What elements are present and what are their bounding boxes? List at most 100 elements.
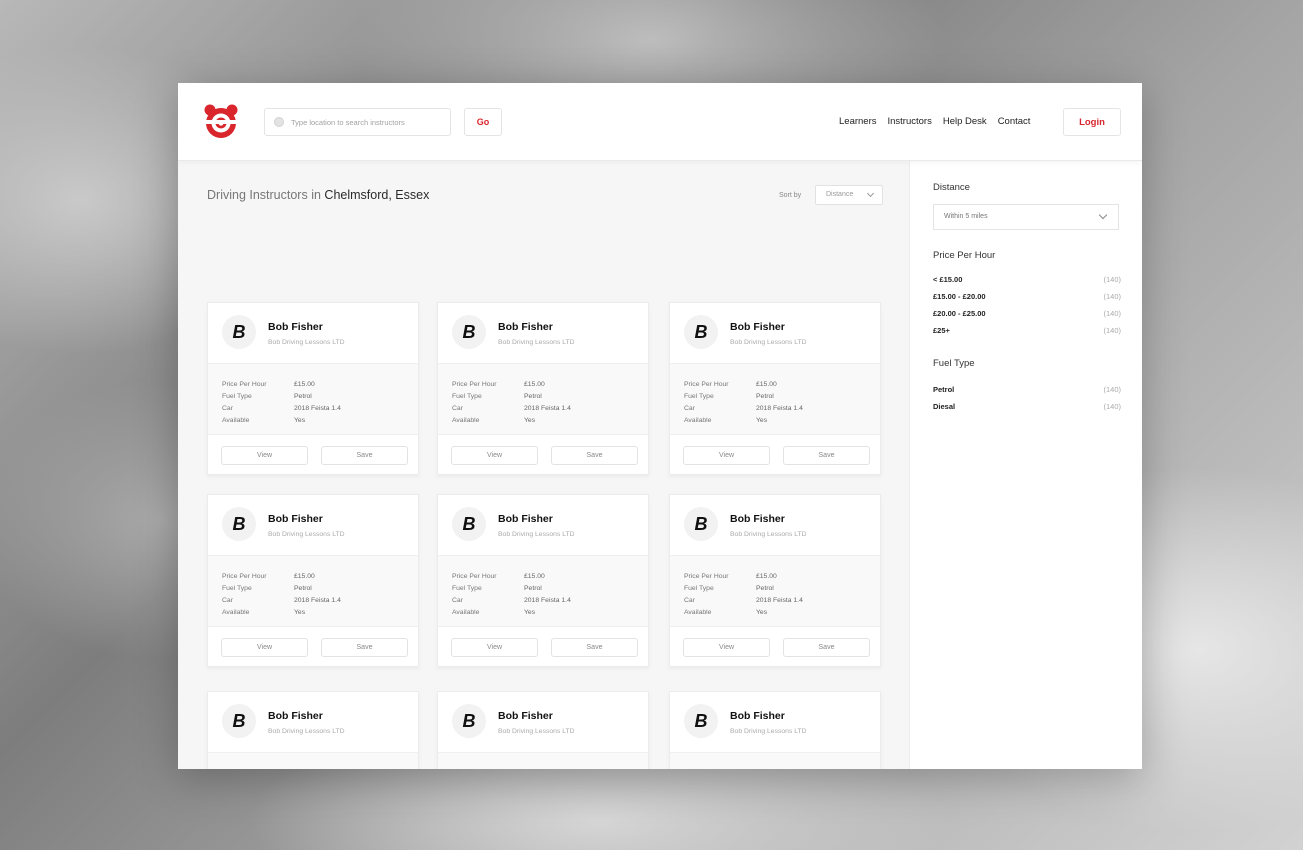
save-button[interactable]: Save [321,638,408,657]
detail-value: £15.00 [756,381,777,388]
brand-avatar-icon: B [222,704,256,738]
instructor-card[interactable]: B Bob Fisher Bob Driving Lessons LTD Price … [207,691,419,769]
view-button[interactable]: View [683,638,770,657]
card-header: B Bob Fisher Bob Driving Lessons LTD [670,495,880,555]
instructor-card[interactable]: B Bob Fisher Bob Driving Lessons LTD Price … [669,494,881,667]
card-details: Price Per Hour £15.00 Fuel Type Petrol Car 20… [670,363,880,435]
instructor-name: Bob Fisher [730,321,785,333]
distance-filter-title: Distance [933,182,970,193]
brand-avatar-icon: B [452,507,486,541]
detail-label: Fuel Type [684,585,714,592]
go-button[interactable]: Go [464,108,502,136]
price-option[interactable]: £20.00 - £25.00 (140) [933,309,1121,318]
price-option[interactable]: £15.00 - £20.00 (140) [933,292,1121,301]
avatar-letter: B [694,513,708,534]
view-button[interactable]: View [221,638,308,657]
save-button[interactable]: Save [551,638,638,657]
price-option-label: £20.00 - £25.00 [933,309,986,318]
detail-value: 2018 Feista 1.4 [524,405,571,412]
sort-label: Sort by [779,192,802,199]
brand-avatar-icon: B [452,704,486,738]
save-button[interactable]: Save [551,446,638,465]
brand-logo-icon[interactable] [202,103,240,141]
avatar-letter: B [462,513,476,534]
detail-label: Available [222,609,250,616]
instructor-name: Bob Fisher [498,513,553,525]
fuel-option-label: Diesal [933,402,956,411]
distance-dropdown-value: Within 5 miles [944,213,988,220]
instructor-company: Bob Driving Lessons LTD [730,531,807,538]
detail-label: Car [222,597,233,604]
search-input[interactable] [291,117,441,127]
nav-help-desk[interactable]: Help Desk [943,116,987,127]
instructor-card[interactable]: B Bob Fisher Bob Driving Lessons LTD Price … [669,302,881,475]
price-option-label: £25+ [933,326,950,335]
detail-value: Yes [756,609,768,616]
fuel-option[interactable]: Diesal (140) [933,402,1121,411]
detail-label: Price Per Hour [684,381,729,388]
detail-label: Available [452,609,480,616]
view-button[interactable]: View [451,446,538,465]
instructor-card[interactable]: B Bob Fisher Bob Driving Lessons LTD Price … [207,302,419,475]
avatar-letter: B [694,710,708,731]
instructor-card[interactable]: B Bob Fisher Bob Driving Lessons LTD Price … [437,302,649,475]
location-search-field[interactable] [264,108,451,136]
detail-value: £15.00 [524,573,545,580]
card-header: B Bob Fisher Bob Driving Lessons LTD [208,692,418,752]
detail-value: 2018 Feista 1.4 [756,405,803,412]
sort-dropdown-value: Distance [826,191,854,198]
detail-value: 2018 Feista 1.4 [294,597,341,604]
top-header: Go Learners Instructors Help Desk Contac… [178,83,1142,161]
instructor-name: Bob Fisher [498,710,553,722]
view-button[interactable]: View [221,446,308,465]
detail-value: Yes [294,417,306,424]
price-option[interactable]: < £15.00 (140) [933,275,1121,284]
save-button[interactable]: Save [783,446,870,465]
save-button[interactable]: Save [783,638,870,657]
detail-label: Car [222,405,233,412]
nav-contact[interactable]: Contact [998,116,1031,127]
price-option-label: < £15.00 [933,275,963,284]
fuel-option[interactable]: Petrol (140) [933,385,1121,394]
instructor-company: Bob Driving Lessons LTD [730,728,807,735]
brand-avatar-icon: B [684,704,718,738]
detail-label: Car [684,405,695,412]
nav-learners[interactable]: Learners [839,116,877,127]
detail-value: Petrol [294,585,312,592]
instructor-company: Bob Driving Lessons LTD [498,728,575,735]
filter-sidebar: Distance Within 5 miles Price Per Hour <… [911,161,1142,769]
card-header: B Bob Fisher Bob Driving Lessons LTD [438,692,648,752]
login-button[interactable]: Login [1063,108,1121,136]
price-option[interactable]: £25+ (140) [933,326,1121,335]
avatar-letter: B [232,710,246,731]
instructor-card[interactable]: B Bob Fisher Bob Driving Lessons LTD Price … [207,494,419,667]
price-option-count: (140) [1103,275,1121,284]
sort-dropdown[interactable]: Distance [815,185,883,205]
view-button[interactable]: View [683,446,770,465]
instructor-name: Bob Fisher [268,513,323,525]
distance-dropdown[interactable]: Within 5 miles [933,204,1119,230]
save-button[interactable]: Save [321,446,408,465]
instructor-company: Bob Driving Lessons LTD [498,339,575,346]
detail-value: £15.00 [294,381,315,388]
card-details: Price Per Hour £15.00 Fuel Type Petrol Car 20… [208,363,418,435]
card-header: B Bob Fisher Bob Driving Lessons LTD [208,495,418,555]
search-icon [274,117,284,127]
detail-value: 2018 Feista 1.4 [756,597,803,604]
card-header: B Bob Fisher Bob Driving Lessons LTD [670,692,880,752]
instructor-card[interactable]: B Bob Fisher Bob Driving Lessons LTD Price … [669,691,881,769]
avatar-letter: B [462,321,476,342]
instructor-card[interactable]: B Bob Fisher Bob Driving Lessons LTD Price … [437,691,649,769]
detail-value: Petrol [756,585,774,592]
instructor-company: Bob Driving Lessons LTD [730,339,807,346]
fuel-option-count: (140) [1103,385,1121,394]
instructor-company: Bob Driving Lessons LTD [268,531,345,538]
detail-label: Price Per Hour [452,573,497,580]
price-option-count: (140) [1103,292,1121,301]
instructor-card[interactable]: B Bob Fisher Bob Driving Lessons LTD Price … [437,494,649,667]
instructor-name: Bob Fisher [730,710,785,722]
detail-label: Price Per Hour [222,381,267,388]
view-button[interactable]: View [451,638,538,657]
detail-value: £15.00 [294,573,315,580]
nav-instructors[interactable]: Instructors [888,116,932,127]
